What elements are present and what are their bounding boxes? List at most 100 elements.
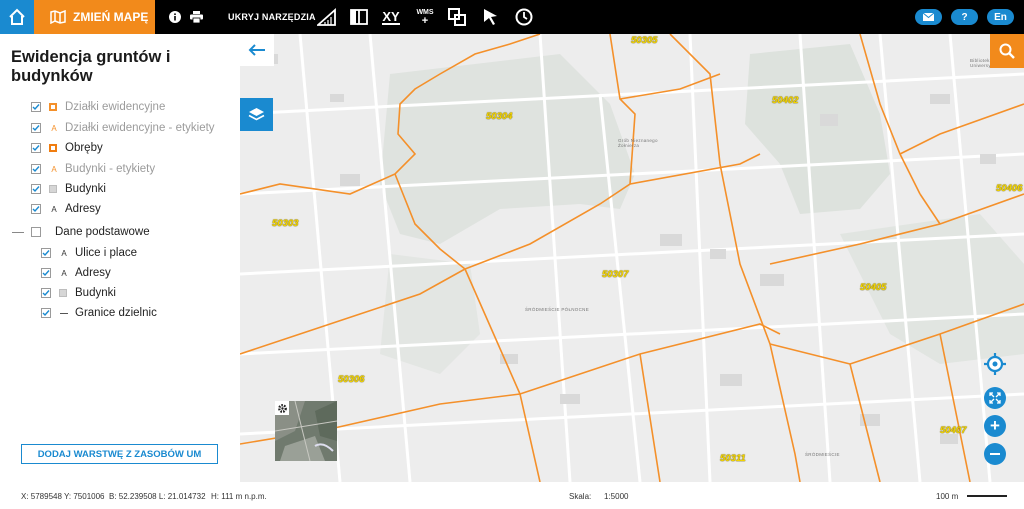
layers-panel: Ewidencja gruntów i budynków Działki ewi… — [0, 34, 240, 482]
top-toolbar: ZMIEŃ MAPĘ UKRYJ NARZĘDZIA XY WMS + ? En — [0, 0, 1024, 34]
layer-group-row[interactable]: Dane podstawowe — [12, 223, 150, 241]
contact-button[interactable] — [915, 9, 942, 25]
scalebar-label: 100 m — [936, 492, 959, 501]
checkbox[interactable] — [31, 204, 41, 214]
mail-icon — [923, 13, 934, 21]
region-label: 50405 — [860, 282, 887, 293]
help-button[interactable]: ? — [951, 9, 978, 25]
home-icon — [9, 8, 25, 25]
locate-button[interactable] — [982, 351, 1008, 377]
scale-value: 1:5000 — [604, 492, 629, 501]
checkbox[interactable] — [31, 227, 41, 237]
map-icon — [50, 10, 66, 24]
print-button[interactable] — [188, 0, 204, 34]
checkbox[interactable] — [31, 164, 41, 174]
minus-icon — [990, 453, 1000, 455]
checkbox[interactable] — [41, 288, 51, 298]
building-symbol-icon — [49, 185, 57, 193]
overlap-icon — [448, 8, 466, 26]
map-base — [240, 34, 1024, 482]
expand-icon — [989, 392, 1001, 404]
xy-coordinates: X: 5789548 Y: 7501006 — [21, 492, 105, 501]
hide-tools-button[interactable]: UKRYJ NARZĘDZIA — [228, 0, 316, 34]
layer-row[interactable]: Obręby — [31, 139, 103, 157]
label-symbol-icon: A — [51, 123, 57, 133]
scalebar — [967, 495, 1007, 497]
geo-coordinates: B: 52.239508 L: 21.014732 — [109, 492, 206, 501]
layer-row[interactable]: A Adresy — [41, 264, 111, 282]
printer-icon — [189, 11, 203, 23]
map-canvas[interactable]: 50305 50304 50402 50406 50303 50307 5040… — [240, 34, 1024, 482]
layer-label: Działki ewidencyjne — [65, 101, 166, 113]
info-button[interactable] — [167, 0, 183, 34]
layer-label: Budynki — [75, 287, 116, 299]
change-map-label: ZMIEŃ MAPĘ — [73, 10, 149, 24]
checkbox[interactable] — [41, 248, 51, 258]
collapse-panel-button[interactable] — [240, 34, 274, 66]
measure-button[interactable] — [316, 0, 338, 34]
coordinates-button[interactable]: XY — [380, 0, 402, 34]
collapse-icon[interactable] — [12, 231, 24, 233]
region-label: 50407 — [940, 425, 967, 436]
checkbox[interactable] — [31, 123, 41, 133]
settings-button[interactable] — [275, 401, 289, 415]
select-button[interactable] — [480, 0, 502, 34]
layer-row[interactable]: A Budynki - etykiety — [31, 160, 155, 178]
region-label: 50306 — [338, 374, 365, 385]
place-label: ŚRÓDMIEŚCIE — [805, 452, 840, 457]
layers-icon — [248, 107, 265, 120]
plus-icon: + — [421, 14, 429, 27]
elevation: H: 111 m n.p.m. — [211, 492, 267, 501]
layer-row[interactable]: A Adresy — [31, 200, 101, 218]
polygon-symbol-icon — [49, 103, 57, 111]
search-icon — [999, 43, 1015, 59]
checkbox[interactable] — [31, 102, 41, 112]
layer-label: Obręby — [65, 142, 103, 154]
region-label: 50406 — [996, 183, 1023, 194]
language-button[interactable]: En — [987, 9, 1014, 25]
layer-row[interactable]: Budynki — [41, 284, 116, 302]
plus-icon: + — [990, 416, 1000, 435]
wms-button[interactable]: WMS + — [414, 0, 436, 34]
layer-row[interactable]: Budynki — [31, 180, 106, 198]
layer-row[interactable]: A Ulice i place — [41, 244, 137, 262]
label-symbol-icon: A — [61, 268, 67, 278]
basemap-thumbnail[interactable] — [275, 401, 337, 461]
layer-label: Budynki — [65, 183, 106, 195]
fullscreen-button[interactable] — [984, 387, 1006, 409]
zoom-out-button[interactable] — [984, 443, 1006, 465]
layer-label: Działki ewidencyjne - etykiety — [65, 122, 215, 134]
layer-label: Budynki - etykiety — [65, 163, 156, 175]
region-label: 50303 — [272, 218, 299, 229]
layer-row[interactable]: Działki ewidencyjne — [31, 98, 165, 116]
info-icon — [169, 11, 181, 23]
crosshair-icon — [984, 353, 1006, 375]
label-symbol-icon: A — [61, 248, 67, 258]
label-symbol-icon: A — [51, 164, 57, 174]
building-symbol-icon — [59, 289, 67, 297]
measure-icon — [317, 8, 336, 26]
search-button[interactable] — [990, 34, 1024, 68]
zoom-in-button[interactable]: + — [984, 415, 1006, 437]
region-label: 50311 — [720, 453, 746, 464]
checkbox[interactable] — [31, 143, 41, 153]
layer-label: Ulice i place — [75, 247, 137, 259]
layer-label: Adresy — [75, 267, 111, 279]
status-bar: X: 5789548 Y: 7501006 B: 52.239508 L: 21… — [0, 482, 1024, 509]
polygon-symbol-icon — [49, 144, 57, 152]
checkbox[interactable] — [41, 268, 51, 278]
change-map-button[interactable]: ZMIEŃ MAPĘ — [34, 0, 155, 34]
checkbox[interactable] — [41, 308, 51, 318]
layer-label: Granice dzielnic — [75, 307, 157, 319]
history-button[interactable] — [513, 0, 535, 34]
layers-button[interactable] — [240, 98, 273, 131]
gear-icon — [277, 403, 287, 413]
checkbox[interactable] — [31, 184, 41, 194]
home-button[interactable] — [0, 0, 34, 34]
group-label: Dane podstawowe — [55, 226, 150, 238]
overlap-button[interactable] — [446, 0, 468, 34]
layer-row[interactable]: Granice dzielnic — [41, 304, 157, 322]
compare-button[interactable] — [348, 0, 370, 34]
add-layer-button[interactable]: DODAJ WARSTWĘ Z ZASOBÓW UM — [21, 444, 218, 464]
layer-row[interactable]: A Działki ewidencyjne - etykiety — [31, 119, 215, 137]
